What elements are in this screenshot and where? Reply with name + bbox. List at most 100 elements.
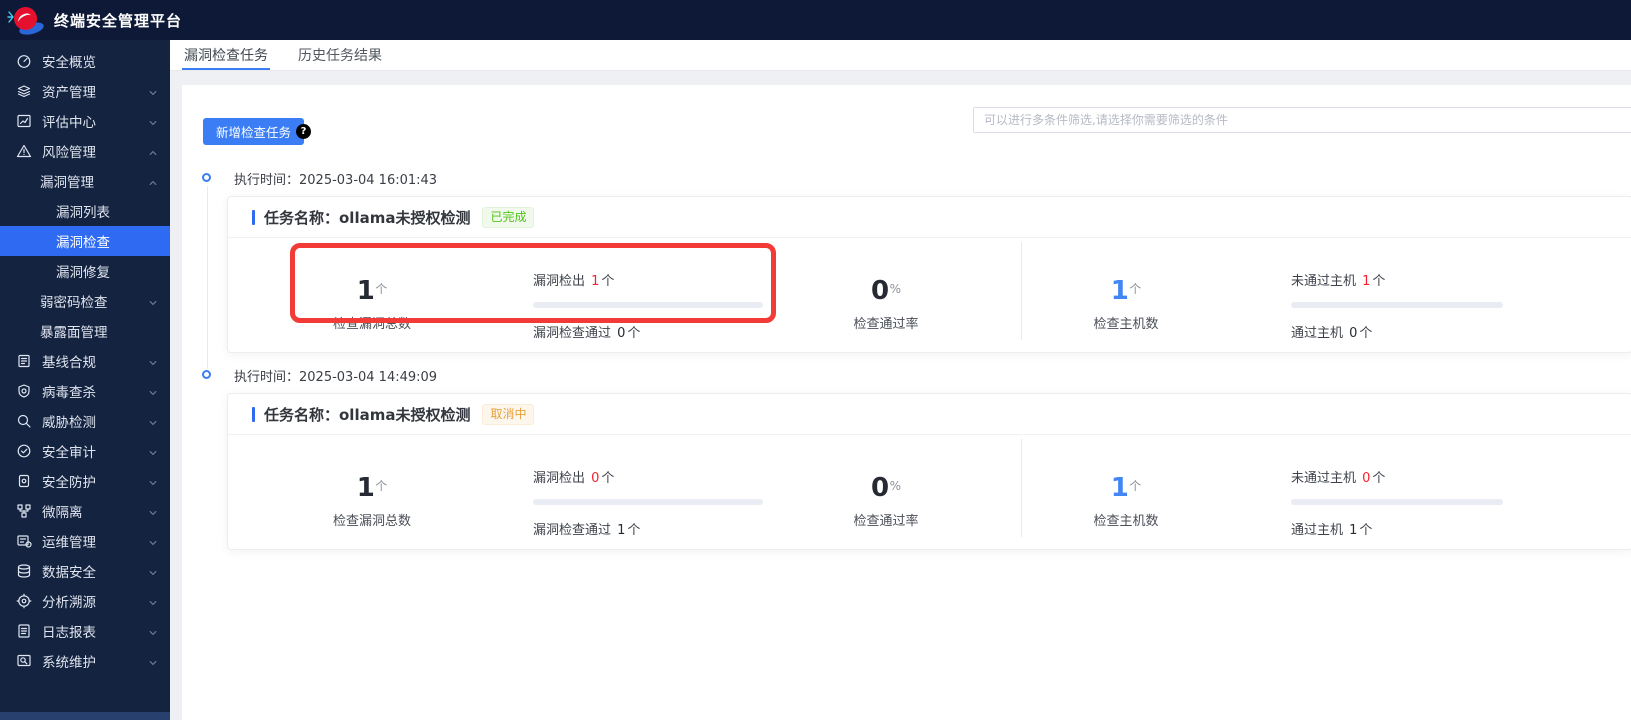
sidebar-item-vuln-list[interactable]: 漏洞列表 [0,196,170,226]
sidebar-item-label: 运维管理 [42,535,96,551]
help-icon[interactable]: ? [296,124,311,139]
sidebar-item-micro-segmentation[interactable]: 微隔离 [0,496,170,526]
task-name: 任务名称：ollama未授权检测 [264,208,471,227]
status-badge: 已完成 [482,206,535,228]
total-vuln-label: 检查漏洞总数 [332,514,411,529]
exec-time: 执行时间：2025-03-04 14:49:09 [234,370,438,385]
sidebar-item-exposure-management[interactable]: 暴露面管理 [0,316,170,346]
pass-rate-value: 0% [871,473,901,503]
gauge-icon [16,53,32,69]
host-progress-stat-top-label: 未通过主机 0个 [1291,471,1386,486]
sidebar-item-ops-management[interactable]: 运维管理 [0,526,170,556]
vuln-progress-stat: 漏洞检出 0个 漏洞检查通过 1个 [533,467,763,538]
sidebar-item-vuln-check[interactable]: 漏洞检查 [0,226,170,256]
host-progress-stat-bottom-label: 通过主机 1个 [1291,523,1373,538]
host-progress-stat-bottom-label: 通过主机 0个 [1291,326,1373,341]
sidebar-item-label: 基线合规 [42,355,96,371]
sidebar-item-data-security[interactable]: 数据安全 [0,556,170,586]
pass-rate-label: 检查通过率 [853,317,919,332]
chevron-down-icon [148,626,158,636]
sidebar-item-assessment-center[interactable]: 评估中心 [0,106,170,136]
sidebar-item-vuln-management[interactable]: 漏洞管理 [0,166,170,196]
ops-icon [16,533,32,549]
vuln-progress-stat-top-value: 1 [591,274,600,289]
host-progress-stat-bottom-value: 0 [1349,326,1358,341]
sidebar-item-security-protection[interactable]: 安全防护 [0,466,170,496]
sidebar-item-label: 安全审计 [42,445,96,461]
sidebar-item-label: 威胁检测 [42,415,96,431]
sidebar-item-label: 漏洞修复 [56,265,110,281]
sidebar-item-label: 资产管理 [42,85,96,101]
chevron-down-icon [148,416,158,426]
sidebar-item-threat-detection[interactable]: 威胁检测 [0,406,170,436]
total-vuln-value: 1个 [356,276,388,306]
audit-icon [16,443,32,459]
vuln-progress-stat-bottom-value: 0 [617,326,626,341]
tab-history-task-result[interactable]: 历史任务结果 [296,40,384,70]
sidebar-item-security-overview[interactable]: 安全概览 [0,46,170,76]
sidebar-item-label: 漏洞列表 [56,205,110,221]
sidebar-item-risk-management[interactable]: 风险管理 [0,136,170,166]
tab-strip: 漏洞检查任务 历史任务结果 [170,40,1631,71]
total-vuln-stat: 1个 检查漏洞总数 [292,473,452,529]
vertical-divider [1021,242,1022,340]
sidebar-item-virus-scan[interactable]: 病毒查杀 [0,376,170,406]
sidebar-item-log-report[interactable]: 日志报表 [0,616,170,646]
sidebar-item-analysis-trace[interactable]: 分析溯源 [0,586,170,616]
sidebar-item-label: 漏洞管理 [40,175,94,191]
timeline-line [207,186,208,368]
filter-input[interactable] [973,107,1631,133]
chevron-down-icon [148,446,158,456]
chevron-down-icon [148,116,158,126]
vertical-divider [1021,439,1022,537]
sidebar-item-label: 评估中心 [42,115,96,131]
chevron-down-icon [148,476,158,486]
vuln-progress-stat-top-label: 漏洞检出 0个 [533,471,615,486]
title-accent-bar [252,406,255,422]
pass-rate-label: 检查通过率 [853,514,919,529]
log-icon [16,623,32,639]
exec-time: 执行时间：2025-03-04 16:01:43 [234,173,438,188]
app-header: 终端安全管理平台 [0,0,1631,40]
sidebar-item-label: 弱密码检查 [40,295,108,311]
chevron-down-icon [148,386,158,396]
vuln-progress-stat-bottom-value: 1 [617,523,626,538]
tab-vuln-check-task[interactable]: 漏洞检查任务 [182,40,270,70]
timeline-dot [202,173,211,182]
host-progress-stat: 未通过主机 0个 通过主机 1个 [1291,467,1503,538]
sidebar-item-label: 风险管理 [42,145,96,161]
warning-icon [16,143,32,159]
pass-rate-stat: 0% 检查通过率 [806,276,966,332]
sidebar-item-weak-password-check[interactable]: 弱密码检查 [0,286,170,316]
chevron-down-icon [148,566,158,576]
total-vuln-stat: 1个 检查漏洞总数 [292,276,452,332]
title-accent-bar [252,209,255,225]
sidebar-item-label: 安全防护 [42,475,96,491]
segment-icon [16,503,32,519]
sidebar-item-label: 系统维护 [42,655,96,671]
vuln-progress-stat-top-label: 漏洞检出 1个 [533,274,615,289]
status-badge: 取消中 [482,403,535,425]
host-progress-stat-top-label: 未通过主机 1个 [1291,274,1386,289]
vuln-progress-stat-progress-bar [533,499,763,505]
sidebar-item-security-audit[interactable]: 安全审计 [0,436,170,466]
chevron-down-icon [148,656,158,666]
vuln-progress-stat-progress-bar [533,302,763,308]
sidebar-item-label: 病毒查杀 [42,385,96,401]
sidebar-item-asset-management[interactable]: 资产管理 [0,76,170,106]
vuln-progress-stat-bottom-label: 漏洞检查通过 1个 [533,523,641,538]
virus-icon [16,383,32,399]
database-icon [16,563,32,579]
sidebar-item-vuln-fix[interactable]: 漏洞修复 [0,256,170,286]
chevron-down-icon [148,296,158,306]
add-check-task-button[interactable]: 新增检查任务 [203,118,305,145]
main-area: 漏洞检查任务 历史任务结果 新增检查任务 ? 执行时间：2025-03-04 1… [170,40,1631,720]
sidebar-item-baseline-compliance[interactable]: 基线合规 [0,346,170,376]
sidebar-item-system-maintenance[interactable]: 系统维护 [0,646,170,676]
sidebar-item-label: 暴露面管理 [40,325,108,341]
host-count-stat: 1个 检查主机数 [1046,276,1206,332]
vuln-progress-stat-bottom-label: 漏洞检查通过 0个 [533,326,641,341]
task-card-body: 1个 检查漏洞总数 漏洞检出 1个 漏洞检查通过 0个 0% 检查通过率 1个 … [228,238,1631,352]
host-progress-stat-progress-bar [1291,302,1503,308]
layers-icon [16,83,32,99]
